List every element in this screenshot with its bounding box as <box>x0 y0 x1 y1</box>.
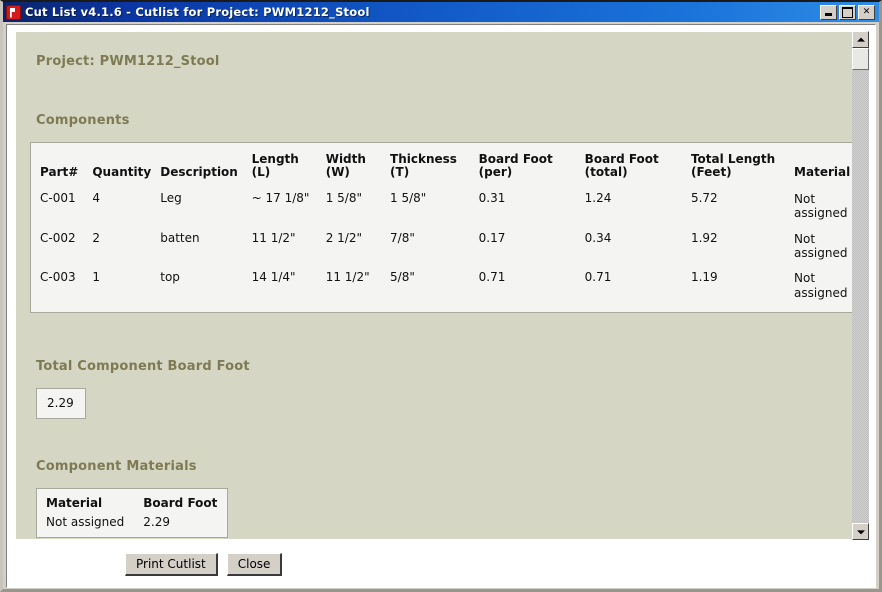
cell-board-foot-per: 0.71 <box>478 270 506 285</box>
column-header-board-foot-per: Board Foot (per) <box>478 152 553 180</box>
cell-part: C-002 <box>40 230 76 245</box>
table-header-row: Part# Quantity Description Length (L) Wi… <box>31 147 865 187</box>
cell-board-foot-total: 1.24 <box>584 190 612 205</box>
components-heading: Components <box>36 113 130 128</box>
maximize-icon <box>840 6 855 19</box>
cell-part: C-001 <box>40 190 76 205</box>
column-header-width: Width (W) <box>325 152 366 180</box>
cell-total-length: 1.19 <box>690 270 718 285</box>
cell-total-length: 1.92 <box>690 230 718 245</box>
cell-description: Leg <box>160 190 182 205</box>
cell-quantity: 4 <box>92 190 100 205</box>
components-table-container: Part# Quantity Description Length (L) Wi… <box>30 142 866 314</box>
column-header-material: Material <box>46 496 103 511</box>
cell-width: 2 1/2" <box>325 230 362 245</box>
cell-material: Not assigned <box>46 514 125 529</box>
cell-part: C-003 <box>40 270 76 285</box>
cell-quantity: 2 <box>92 230 100 245</box>
cell-description: top <box>160 270 180 285</box>
scroll-down-button[interactable] <box>852 523 869 540</box>
close-window-button[interactable]: ✕ <box>858 4 875 20</box>
cell-description: batten <box>160 230 200 245</box>
cell-thickness: 1 5/8" <box>390 190 427 205</box>
cell-board-foot-per: 0.17 <box>478 230 506 245</box>
cell-length: 11 1/2" <box>251 230 296 245</box>
maximize-button[interactable] <box>839 4 856 20</box>
project-heading: Project: PWM1212_Stool <box>36 54 220 69</box>
table-row: C-002 2 batten 11 1/2" 2 1/2" 7/8" 0.17 … <box>31 227 865 267</box>
window-title: Cut List v4.1.6 - Cutlist for Project: P… <box>25 5 370 19</box>
table-row: C-001 4 Leg ~ 17 1/8" 1 5/8" 1 5/8" 0.31… <box>31 187 865 227</box>
column-header-description: Description <box>160 165 238 180</box>
table-row: C-003 1 top 14 1/4" 11 1/2" 5/8" 0.71 0.… <box>31 266 865 306</box>
cell-quantity: 1 <box>92 270 100 285</box>
title-bar[interactable]: Cut List v4.1.6 - Cutlist for Project: P… <box>3 2 879 22</box>
total-board-foot-heading: Total Component Board Foot <box>36 359 250 375</box>
cell-length: 14 1/4" <box>251 270 296 285</box>
materials-table-container: Material Board Foot Not assigned 2.29 <box>36 488 229 539</box>
chevron-down-icon <box>856 529 865 534</box>
column-header-quantity: Quantity <box>92 165 152 180</box>
cell-total-length: 5.72 <box>690 190 718 205</box>
application-window: Cut List v4.1.6 - Cutlist for Project: P… <box>0 0 882 592</box>
cell-board-foot-total: 0.71 <box>584 270 612 285</box>
print-cutlist-button[interactable]: Print Cutlist <box>125 553 218 576</box>
minimize-icon <box>821 6 836 19</box>
cell-length: ~ 17 1/8" <box>251 190 310 205</box>
client-area: Project: PWM1212_Stool Components Part# … <box>6 24 876 588</box>
column-header-thickness: Thickness (T) <box>390 152 457 180</box>
window-controls: ✕ <box>820 4 875 20</box>
component-materials-heading: Component Materials <box>36 459 197 475</box>
components-table: Part# Quantity Description Length (L) Wi… <box>31 147 865 306</box>
dialog-button-bar: Print Cutlist Close <box>7 542 875 587</box>
materials-table: Material Board Foot Not assigned 2.29 <box>37 493 227 534</box>
chevron-up-icon <box>856 37 865 42</box>
cell-thickness: 7/8" <box>390 230 415 245</box>
cell-board-foot-per: 0.31 <box>478 190 506 205</box>
total-board-foot-value: 2.29 <box>36 388 86 420</box>
column-header-part: Part# <box>40 165 79 180</box>
cell-thickness: 5/8" <box>390 270 415 285</box>
scrollbar-thumb[interactable] <box>852 48 869 70</box>
cell-width: 11 1/2" <box>325 270 370 285</box>
cell-board-foot: 2.29 <box>143 514 170 529</box>
cell-board-foot-total: 0.34 <box>584 230 612 245</box>
scrollbar-track[interactable] <box>852 48 869 523</box>
column-header-length: Length (L) <box>251 152 299 180</box>
close-icon: ✕ <box>862 6 871 17</box>
scroll-up-button[interactable] <box>852 31 869 48</box>
minimize-button[interactable] <box>820 4 837 20</box>
column-header-total-length: Total Length (Feet) <box>690 152 776 180</box>
vertical-scrollbar[interactable] <box>852 31 869 540</box>
column-header-board-foot: Board Foot <box>143 496 218 511</box>
table-header-row: Material Board Foot <box>37 493 227 514</box>
table-row: Not assigned 2.29 <box>37 515 227 535</box>
scroll-region: Project: PWM1212_Stool Components Part# … <box>15 31 869 540</box>
cutlist-document: Project: PWM1212_Stool Components Part# … <box>16 32 866 539</box>
cell-width: 1 5/8" <box>325 190 362 205</box>
column-header-board-foot-total: Board Foot (total) <box>584 152 659 180</box>
close-button[interactable]: Close <box>226 553 283 576</box>
cutlist-app-icon[interactable] <box>6 4 21 20</box>
